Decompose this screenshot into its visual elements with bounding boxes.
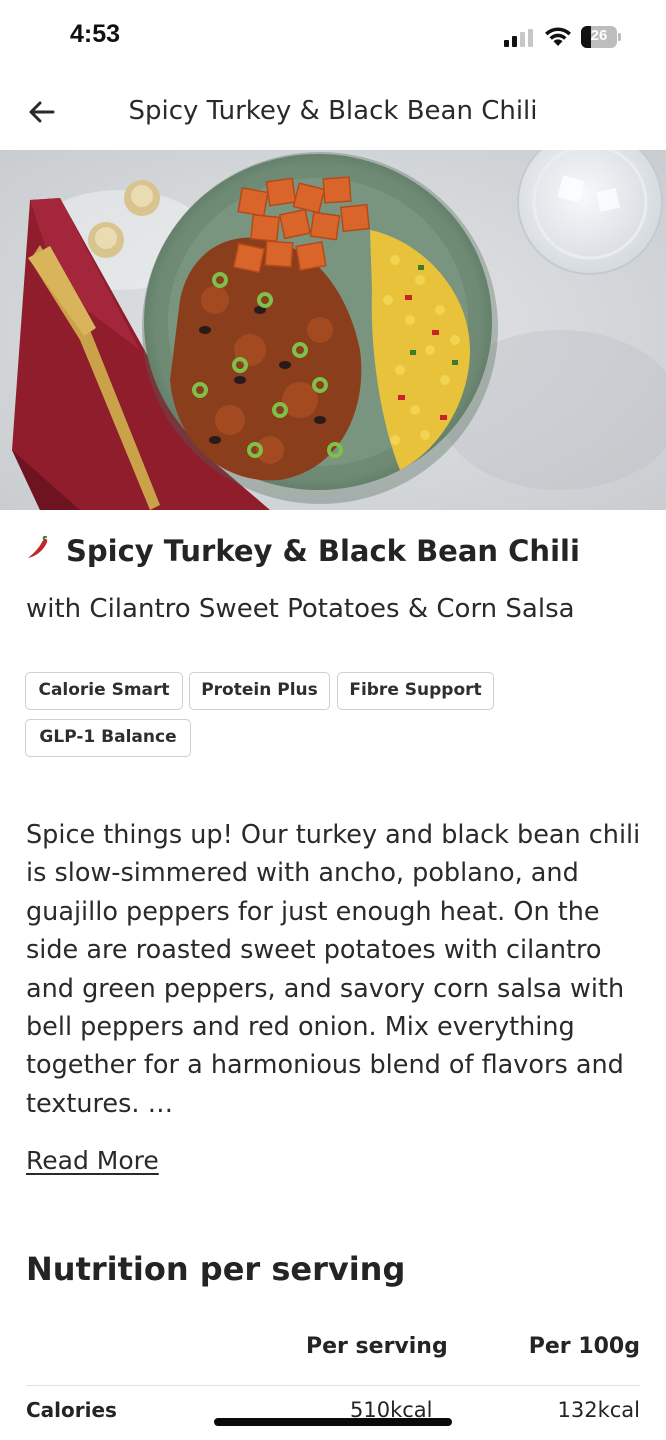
recipe-photo [0,150,666,510]
back-arrow-icon[interactable] [22,92,62,132]
nutrition-divider [26,1385,640,1386]
read-more-link[interactable]: Read More [26,1146,159,1175]
tag-fibre-support[interactable]: Fibre Support [337,672,494,710]
tag-protein-plus[interactable]: Protein Plus [189,672,330,710]
page-title: Spicy Turkey & Black Bean Chili [128,96,538,126]
chili-pepper-icon [28,536,48,558]
recipe-hero-image [0,150,666,510]
nutrition-heading: Nutrition per serving [26,1250,406,1288]
recipe-subtitle: with Cilantro Sweet Potatoes & Corn Sals… [26,594,575,624]
battery-icon: 26 [581,26,621,48]
recipe-title: Spicy Turkey & Black Bean Chili [66,534,580,568]
recipe-description: Spice things up! Our turkey and black be… [26,820,641,1119]
battery-level: 26 [590,27,608,44]
wifi-icon [545,27,571,46]
status-time: 4:53 [70,20,121,48]
tag-glp1-balance[interactable]: GLP-1 Balance [25,719,191,757]
column-header-per-100g: Per 100g [528,1334,640,1359]
top-nav-bar: Spicy Turkey & Black Bean Chili [0,76,666,150]
column-header-per-serving: Per serving [306,1334,448,1359]
nutrition-row-per-100g: 132kcal [557,1398,641,1422]
recipe-title-row: Spicy Turkey & Black Bean Chili [26,530,646,578]
cellular-signal-icon [504,29,536,47]
nutrition-row-label: Calories [26,1398,117,1422]
home-indicator[interactable] [214,1418,452,1426]
status-bar: 4:53 26 [0,0,666,76]
tag-calorie-smart[interactable]: Calorie Smart [25,672,183,710]
